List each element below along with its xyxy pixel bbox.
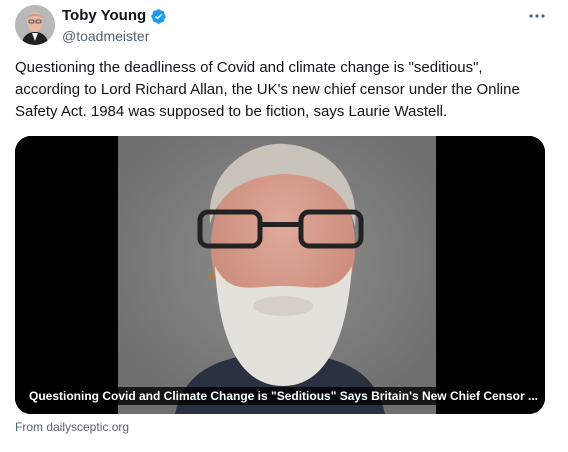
author-handle[interactable]: @toadmeister: [62, 27, 149, 45]
card-source[interactable]: From dailysceptic.org: [15, 419, 129, 435]
link-card[interactable]: Questioning Covid and Climate Change is …: [15, 136, 545, 414]
card-image: [15, 136, 545, 414]
author-name-row: Toby Young: [62, 7, 167, 25]
author-display-name[interactable]: Toby Young: [62, 7, 146, 25]
verified-badge-icon: [150, 8, 167, 25]
more-horizontal-icon[interactable]: [525, 6, 549, 26]
tweet: Toby Young @toadmeister Questioning the …: [0, 0, 568, 452]
avatar-photo: [15, 5, 55, 45]
avatar[interactable]: [15, 5, 55, 45]
card-caption: Questioning Covid and Climate Change is …: [23, 387, 544, 405]
tweet-text: Questioning the deadliness of Covid and …: [15, 59, 520, 120]
